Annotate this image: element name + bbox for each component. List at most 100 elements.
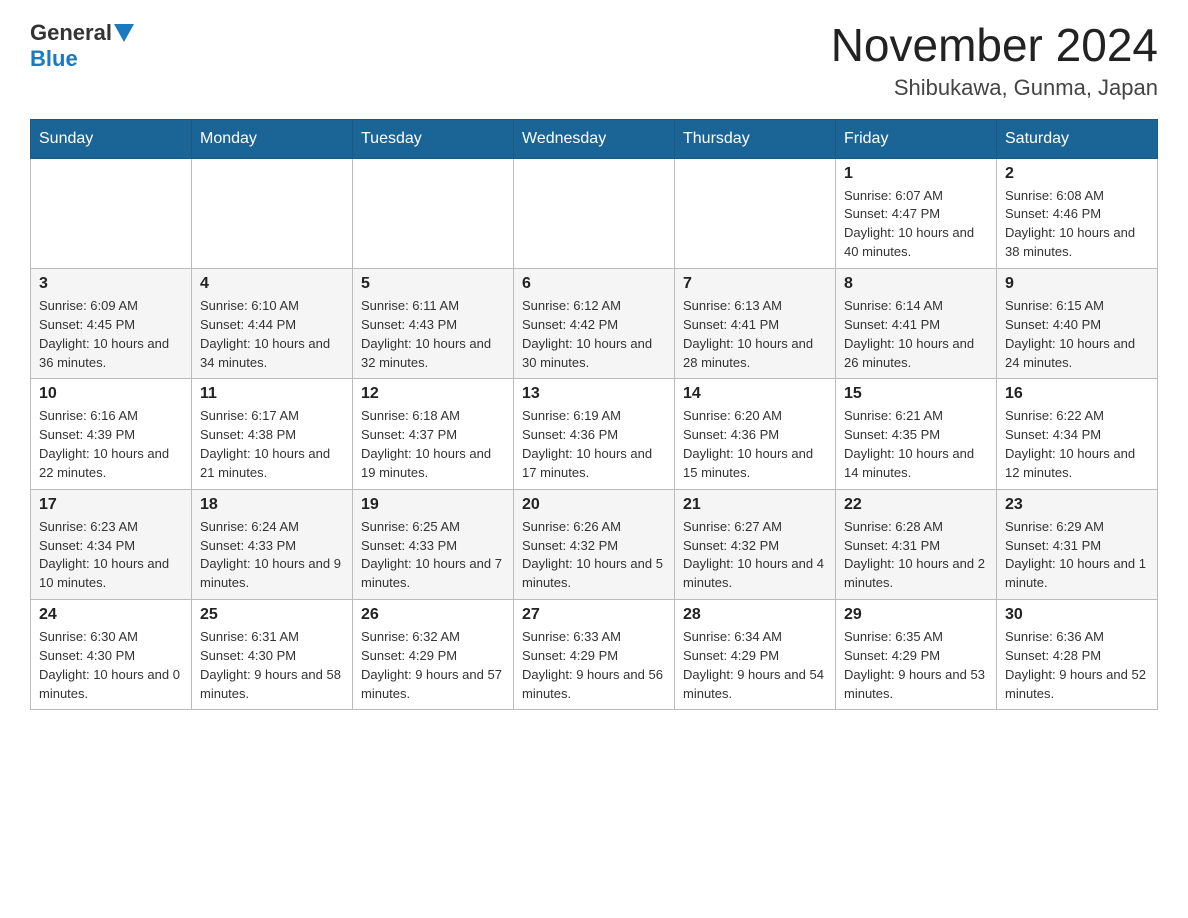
- day-number: 11: [200, 385, 344, 403]
- day-info: Sunrise: 6:31 AMSunset: 4:30 PMDaylight:…: [200, 628, 344, 703]
- weekday-header-sunday: Sunday: [31, 119, 192, 158]
- page-header: General Blue November 2024 Shibukawa, Gu…: [30, 20, 1158, 101]
- calendar-day-cell: 24Sunrise: 6:30 AMSunset: 4:30 PMDayligh…: [31, 600, 192, 710]
- calendar-day-cell: 1Sunrise: 6:07 AMSunset: 4:47 PMDaylight…: [836, 158, 997, 268]
- day-number: 7: [683, 275, 827, 293]
- day-info: Sunrise: 6:20 AMSunset: 4:36 PMDaylight:…: [683, 407, 827, 482]
- day-info: Sunrise: 6:15 AMSunset: 4:40 PMDaylight:…: [1005, 297, 1149, 372]
- calendar-day-cell: 11Sunrise: 6:17 AMSunset: 4:38 PMDayligh…: [192, 379, 353, 489]
- day-number: 22: [844, 496, 988, 514]
- day-info: Sunrise: 6:34 AMSunset: 4:29 PMDaylight:…: [683, 628, 827, 703]
- day-info: Sunrise: 6:09 AMSunset: 4:45 PMDaylight:…: [39, 297, 183, 372]
- day-info: Sunrise: 6:33 AMSunset: 4:29 PMDaylight:…: [522, 628, 666, 703]
- day-info: Sunrise: 6:29 AMSunset: 4:31 PMDaylight:…: [1005, 518, 1149, 593]
- calendar-day-cell: 25 Sunrise: 6:31 AMSunset: 4:30 PMDayligh…: [192, 600, 353, 710]
- calendar-week-row: 24Sunrise: 6:30 AMSunset: 4:30 PMDayligh…: [31, 600, 1158, 710]
- calendar-week-row: 17Sunrise: 6:23 AMSunset: 4:34 PMDayligh…: [31, 489, 1158, 599]
- day-number: 4: [200, 275, 344, 293]
- day-info: Sunrise: 6:11 AMSunset: 4:43 PMDaylight:…: [361, 297, 505, 372]
- calendar-day-cell: 26Sunrise: 6:32 AMSunset: 4:29 PMDayligh…: [353, 600, 514, 710]
- calendar-day-cell: 18 Sunrise: 6:24 AMSunset: 4:33 PMDayligh…: [192, 489, 353, 599]
- day-number: 23: [1005, 496, 1149, 514]
- day-number: 9: [1005, 275, 1149, 293]
- day-number: 6: [522, 275, 666, 293]
- day-number: 16: [1005, 385, 1149, 403]
- day-number: 18: [200, 496, 344, 514]
- day-info: Sunrise: 6:28 AMSunset: 4:31 PMDaylight:…: [844, 518, 988, 593]
- calendar-table: SundayMondayTuesdayWednesdayThursdayFrid…: [30, 119, 1158, 711]
- calendar-day-cell: 5 Sunrise: 6:11 AMSunset: 4:43 PMDaylight…: [353, 268, 514, 378]
- calendar-day-cell: 21Sunrise: 6:27 AMSunset: 4:32 PMDayligh…: [675, 489, 836, 599]
- calendar-day-cell: 9 Sunrise: 6:15 AMSunset: 4:40 PMDaylight…: [997, 268, 1158, 378]
- day-info: Sunrise: 6:36 AMSunset: 4:28 PMDaylight:…: [1005, 628, 1149, 703]
- calendar-day-cell: [514, 158, 675, 268]
- day-number: 30: [1005, 606, 1149, 624]
- day-info: Sunrise: 6:32 AMSunset: 4:29 PMDaylight:…: [361, 628, 505, 703]
- day-info: Sunrise: 6:16 AMSunset: 4:39 PMDaylight:…: [39, 407, 183, 482]
- calendar-day-cell: 19Sunrise: 6:25 AMSunset: 4:33 PMDayligh…: [353, 489, 514, 599]
- weekday-header-tuesday: Tuesday: [353, 119, 514, 158]
- calendar-day-cell: 20 Sunrise: 6:26 AMSunset: 4:32 PMDayligh…: [514, 489, 675, 599]
- logo: General Blue: [30, 20, 136, 72]
- calendar-day-cell: 27 Sunrise: 6:33 AMSunset: 4:29 PMDayligh…: [514, 600, 675, 710]
- calendar-week-row: 1Sunrise: 6:07 AMSunset: 4:47 PMDaylight…: [31, 158, 1158, 268]
- day-info: Sunrise: 6:26 AMSunset: 4:32 PMDaylight:…: [522, 518, 666, 593]
- logo-triangle-icon: [114, 24, 134, 42]
- day-number: 10: [39, 385, 183, 403]
- day-info: Sunrise: 6:24 AMSunset: 4:33 PMDaylight:…: [200, 518, 344, 593]
- calendar-day-cell: 6Sunrise: 6:12 AMSunset: 4:42 PMDaylight…: [514, 268, 675, 378]
- day-number: 27: [522, 606, 666, 624]
- day-info: Sunrise: 6:23 AMSunset: 4:34 PMDaylight:…: [39, 518, 183, 593]
- day-number: 28: [683, 606, 827, 624]
- calendar-day-cell: 13 Sunrise: 6:19 AMSunset: 4:36 PMDayligh…: [514, 379, 675, 489]
- weekday-header-friday: Friday: [836, 119, 997, 158]
- day-number: 29: [844, 606, 988, 624]
- day-info: Sunrise: 6:13 AMSunset: 4:41 PMDaylight:…: [683, 297, 827, 372]
- day-number: 2: [1005, 165, 1149, 183]
- day-info: Sunrise: 6:10 AMSunset: 4:44 PMDaylight:…: [200, 297, 344, 372]
- calendar-week-row: 10 Sunrise: 6:16 AMSunset: 4:39 PMDayligh…: [31, 379, 1158, 489]
- calendar-day-cell: 3 Sunrise: 6:09 AMSunset: 4:45 PMDaylight…: [31, 268, 192, 378]
- month-title: November 2024: [831, 20, 1158, 71]
- calendar-day-cell: 28 Sunrise: 6:34 AMSunset: 4:29 PMDayligh…: [675, 600, 836, 710]
- day-number: 25: [200, 606, 344, 624]
- calendar-day-cell: 4 Sunrise: 6:10 AMSunset: 4:44 PMDaylight…: [192, 268, 353, 378]
- calendar-day-cell: 14Sunrise: 6:20 AMSunset: 4:36 PMDayligh…: [675, 379, 836, 489]
- day-number: 13: [522, 385, 666, 403]
- day-info: Sunrise: 6:14 AMSunset: 4:41 PMDaylight:…: [844, 297, 988, 372]
- location-subtitle: Shibukawa, Gunma, Japan: [831, 75, 1158, 101]
- calendar-day-cell: 29 Sunrise: 6:35 AMSunset: 4:29 PMDayligh…: [836, 600, 997, 710]
- weekday-header-row: SundayMondayTuesdayWednesdayThursdayFrid…: [31, 119, 1158, 158]
- day-number: 8: [844, 275, 988, 293]
- weekday-header-thursday: Thursday: [675, 119, 836, 158]
- calendar-day-cell: 30 Sunrise: 6:36 AMSunset: 4:28 PMDayligh…: [997, 600, 1158, 710]
- calendar-day-cell: 15 Sunrise: 6:21 AMSunset: 4:35 PMDayligh…: [836, 379, 997, 489]
- day-number: 1: [844, 165, 988, 183]
- calendar-day-cell: 2Sunrise: 6:08 AMSunset: 4:46 PMDaylight…: [997, 158, 1158, 268]
- day-info: Sunrise: 6:19 AMSunset: 4:36 PMDaylight:…: [522, 407, 666, 482]
- day-info: Sunrise: 6:30 AMSunset: 4:30 PMDaylight:…: [39, 628, 183, 703]
- weekday-header-wednesday: Wednesday: [514, 119, 675, 158]
- calendar-day-cell: 23 Sunrise: 6:29 AMSunset: 4:31 PMDayligh…: [997, 489, 1158, 599]
- day-info: Sunrise: 6:35 AMSunset: 4:29 PMDaylight:…: [844, 628, 988, 703]
- calendar-day-cell: [31, 158, 192, 268]
- day-number: 3: [39, 275, 183, 293]
- weekday-header-monday: Monday: [192, 119, 353, 158]
- calendar-day-cell: [675, 158, 836, 268]
- day-info: Sunrise: 6:18 AMSunset: 4:37 PMDaylight:…: [361, 407, 505, 482]
- calendar-day-cell: [192, 158, 353, 268]
- weekday-header-saturday: Saturday: [997, 119, 1158, 158]
- calendar-body: 1Sunrise: 6:07 AMSunset: 4:47 PMDaylight…: [31, 158, 1158, 710]
- day-info: Sunrise: 6:21 AMSunset: 4:35 PMDaylight:…: [844, 407, 988, 482]
- day-number: 15: [844, 385, 988, 403]
- calendar-day-cell: 17Sunrise: 6:23 AMSunset: 4:34 PMDayligh…: [31, 489, 192, 599]
- day-info: Sunrise: 6:22 AMSunset: 4:34 PMDaylight:…: [1005, 407, 1149, 482]
- day-number: 5: [361, 275, 505, 293]
- day-number: 21: [683, 496, 827, 514]
- calendar-day-cell: 16 Sunrise: 6:22 AMSunset: 4:34 PMDayligh…: [997, 379, 1158, 489]
- day-number: 12: [361, 385, 505, 403]
- day-number: 20: [522, 496, 666, 514]
- logo-general-text: General: [30, 20, 112, 46]
- title-block: November 2024 Shibukawa, Gunma, Japan: [831, 20, 1158, 101]
- calendar-day-cell: 7 Sunrise: 6:13 AMSunset: 4:41 PMDaylight…: [675, 268, 836, 378]
